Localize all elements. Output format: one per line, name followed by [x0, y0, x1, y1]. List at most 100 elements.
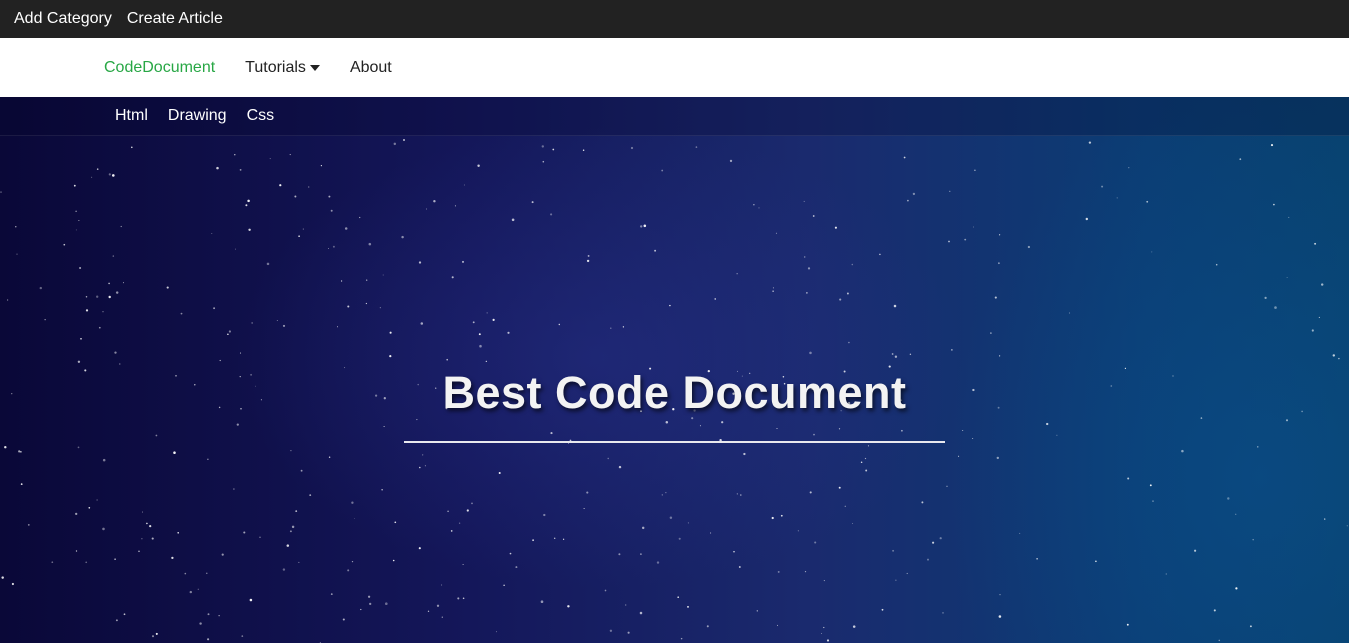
star: [234, 154, 236, 156]
star: [806, 292, 808, 294]
star: [328, 195, 331, 198]
star: [1101, 185, 1104, 188]
star: [743, 452, 746, 456]
star: [903, 156, 906, 159]
star: [643, 224, 647, 228]
tutorials-dropdown[interactable]: Tutorials: [245, 59, 320, 77]
star: [328, 248, 329, 249]
star: [173, 451, 176, 454]
star: [328, 456, 331, 458]
star: [1285, 419, 1289, 422]
star: [211, 233, 213, 235]
star: [418, 547, 421, 550]
star: [710, 532, 712, 534]
star: [1027, 245, 1031, 249]
star: [656, 561, 660, 564]
star: [102, 311, 104, 313]
star: [699, 425, 701, 427]
star: [248, 228, 251, 232]
sub-nav-drawing[interactable]: Drawing: [168, 107, 227, 125]
star: [197, 588, 199, 590]
star: [298, 235, 300, 237]
sub-nav-css[interactable]: Css: [247, 107, 275, 125]
star: [138, 550, 140, 553]
star: [433, 199, 436, 203]
star: [114, 351, 117, 354]
star: [1218, 639, 1221, 642]
star: [276, 320, 278, 321]
star: [893, 304, 897, 308]
star: [447, 510, 449, 513]
star: [233, 488, 235, 490]
star: [441, 616, 443, 618]
star: [63, 243, 66, 246]
star: [290, 449, 292, 452]
star: [392, 559, 395, 562]
star: [1286, 276, 1288, 278]
star: [838, 486, 841, 489]
star: [422, 454, 424, 456]
add-category-link[interactable]: Add Category: [14, 10, 112, 28]
star: [369, 602, 372, 606]
star: [114, 558, 116, 561]
star: [171, 556, 174, 560]
star: [108, 173, 111, 176]
star: [207, 458, 209, 460]
star: [241, 635, 244, 637]
star: [294, 195, 297, 198]
star: [15, 226, 17, 228]
star: [96, 295, 99, 298]
sub-nav-html[interactable]: Html: [115, 107, 148, 125]
star: [18, 450, 21, 453]
star: [736, 493, 738, 495]
create-article-link[interactable]: Create Article: [127, 10, 223, 28]
star: [1127, 477, 1130, 480]
star: [531, 201, 534, 204]
star: [541, 145, 544, 148]
star: [342, 618, 345, 621]
star: [1314, 242, 1317, 245]
star: [678, 537, 681, 540]
star: [826, 639, 830, 642]
star: [419, 466, 421, 469]
star: [753, 204, 755, 206]
star: [20, 451, 22, 453]
star: [11, 582, 14, 586]
star: [365, 302, 368, 305]
star: [625, 604, 627, 606]
star: [1116, 197, 1118, 199]
sub-navbar: Html Drawing Css: [0, 97, 1349, 136]
star: [562, 538, 565, 540]
star: [166, 286, 169, 289]
star: [180, 312, 183, 315]
star: [553, 537, 556, 540]
star: [389, 331, 392, 334]
star: [291, 525, 295, 529]
star: [155, 632, 158, 635]
star: [846, 292, 849, 295]
star: [351, 560, 354, 563]
star: [1332, 354, 1336, 357]
star: [379, 307, 381, 309]
star: [758, 207, 760, 209]
star: [1264, 296, 1267, 300]
star: [80, 338, 82, 340]
star: [771, 516, 774, 520]
star: [298, 561, 300, 563]
star: [75, 550, 78, 552]
star: [803, 200, 805, 202]
star: [844, 505, 846, 507]
star: [486, 312, 488, 314]
star: [609, 629, 613, 632]
star: [120, 225, 122, 228]
caret-down-icon: [309, 65, 320, 71]
star: [809, 491, 812, 494]
brand-link[interactable]: CodeDocument: [104, 59, 215, 77]
star: [797, 530, 800, 532]
star: [1085, 217, 1089, 221]
star: [807, 267, 811, 270]
about-link[interactable]: About: [350, 59, 392, 77]
star: [282, 324, 286, 327]
star: [309, 494, 312, 496]
star: [627, 631, 630, 634]
